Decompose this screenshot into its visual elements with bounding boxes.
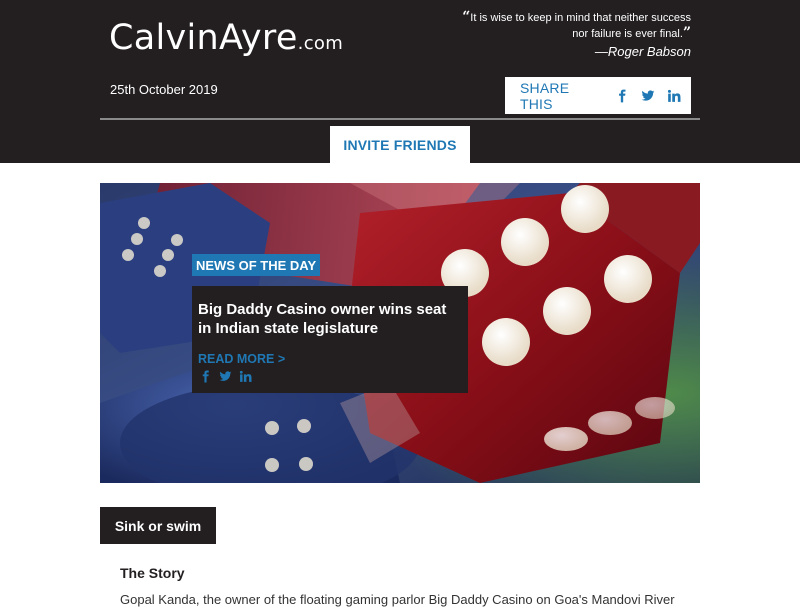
news-card: Big Daddy Casino owner wins seat in Indi… [192,286,468,393]
newsletter-date: 25th October 2019 [110,82,218,97]
calvinayre-logo[interactable]: CalvinAyre.com [109,18,343,58]
linkedin-icon[interactable] [665,87,682,105]
share-bar: SHARE THIS [505,77,691,114]
hero-image[interactable]: NEWS OF THE DAY Big Daddy Casino owner w… [100,183,700,483]
linkedin-icon[interactable] [238,368,252,384]
twitter-icon[interactable] [218,368,232,384]
share-label: SHARE THIS [520,79,570,112]
facebook-icon[interactable] [613,87,630,105]
story-snippet: Gopal Kanda, the owner of the floating g… [120,592,675,607]
quote-author: —Roger Babson [594,44,691,59]
quote-close-icon: ” [682,25,691,41]
news-headline[interactable]: Big Daddy Casino owner wins seat in Indi… [198,300,462,338]
story-heading: The Story [120,565,185,581]
read-more-link[interactable]: READ MORE > [198,352,462,366]
quote-text: It is wise to keep in mind that neither … [470,12,691,40]
twitter-icon[interactable] [639,87,656,105]
invite-friends-button[interactable]: INVITE FRIENDS [330,126,470,163]
facebook-icon[interactable] [198,368,212,384]
header-quote: “It is wise to keep in mind that neither… [461,10,691,60]
email-header: CalvinAyre.com “It is wise to keep in mi… [0,0,800,163]
logo-suffix-text: .com [297,33,344,54]
section-tab-sink-or-swim: Sink or swim [100,507,216,544]
header-divider [100,118,700,120]
card-share-icons [198,368,462,384]
logo-main-text: CalvinAyre [109,18,298,58]
news-of-the-day-badge: NEWS OF THE DAY [192,254,321,276]
